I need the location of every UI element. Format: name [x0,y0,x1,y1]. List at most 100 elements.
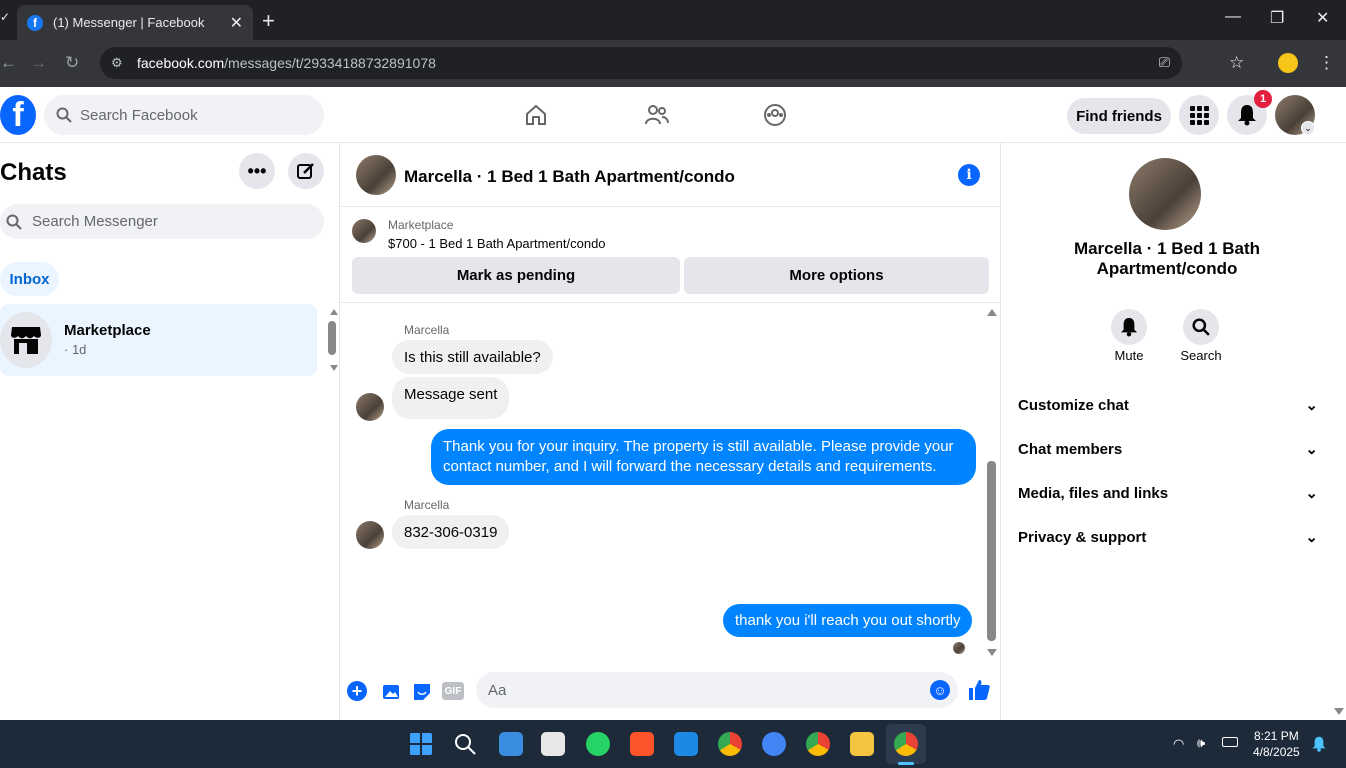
message-bubble-incoming[interactable]: Is this still available? [392,340,553,374]
more-options-button[interactable]: More options [684,257,989,294]
message-bubble-outgoing[interactable]: thank you i'll reach you out shortly [723,604,973,637]
scroll-down-icon[interactable] [987,649,997,656]
search-conversation-button[interactable] [1183,309,1219,345]
messages-scrollbar[interactable] [987,461,996,641]
groups-icon[interactable] [763,103,787,127]
taskbar-search-icon[interactable] [453,732,477,756]
emoji-icon[interactable]: ☺ [930,680,950,700]
scroll-down-icon[interactable] [330,365,338,371]
message-bubble-outgoing[interactable]: Thank you for your inquiry. The property… [431,429,976,485]
media-files-links-row[interactable]: Media, files and links ⌄ [1018,478,1318,508]
details-avatar[interactable] [1129,158,1201,230]
marketplace-listing-card: Marketplace $700 - 1 Bed 1 Bath Apartmen… [341,207,1001,303]
mark-as-pending-button[interactable]: Mark as pending [352,257,680,294]
conversation-header: Marcella · 1 Bed 1 Bath Apartment/condo … [341,143,1001,207]
conversation-item-marketplace[interactable]: Marketplace · 1d [0,304,317,376]
chats-options-button[interactable]: ••• [239,153,275,189]
find-friends-button[interactable]: Find friends [1067,98,1171,134]
new-tab-icon[interactable]: + [262,8,275,34]
volume-icon[interactable]: 🕪 [1197,735,1205,751]
message-input[interactable]: Aa ☺ [476,672,958,708]
mute-label: Mute [1114,348,1144,363]
inbox-tab[interactable]: Inbox [0,262,59,296]
browser-tab[interactable]: f (1) Messenger | Facebook ✕ [17,5,253,40]
customize-chat-row[interactable]: Customize chat ⌄ [1018,390,1318,420]
listing-title[interactable]: $700 - 1 Bed 1 Bath Apartment/condo [388,236,606,251]
sender-avatar[interactable] [356,521,384,549]
notepad-icon[interactable] [499,732,523,756]
mute-button[interactable] [1111,309,1147,345]
battery-icon[interactable] [1222,737,1238,747]
message-input-placeholder: Aa [488,681,507,699]
profile-lock-icon[interactable] [1278,53,1298,73]
url-field[interactable]: ⚙ facebook.com/messages/t/29334188732891… [100,47,1182,79]
forward-icon[interactable]: → [30,53,47,73]
messenger-search-input[interactable]: Search Messenger [0,204,324,239]
bell-icon [1238,105,1256,126]
friends-icon[interactable] [644,103,670,127]
add-icon[interactable]: + [347,681,367,701]
home-icon[interactable] [524,103,548,127]
conversation-panel: Marcella · 1 Bed 1 Bath Apartment/condo … [341,143,1001,720]
browser-menu-icon[interactable]: ⋮ [1318,53,1335,73]
menu-grid-button[interactable] [1179,95,1219,135]
back-icon[interactable]: ← [0,53,17,73]
brave-browser-icon[interactable] [630,732,654,756]
message-bubble-incoming[interactable]: Message sent [392,377,510,419]
search-icon [1192,318,1210,336]
chat-members-row[interactable]: Chat members ⌄ [1018,434,1318,464]
close-window-icon[interactable]: ✕ [1316,8,1329,28]
chrome-active-icon[interactable] [894,732,918,756]
windows-start-icon[interactable] [409,732,433,756]
chrome-profile-icon[interactable] [806,732,830,756]
address-bar-row: ← → ↻ ⚙ facebook.com/messages/t/29334188… [0,40,1346,87]
new-message-button[interactable] [288,153,324,189]
conversation-time: · 1d [64,342,87,357]
notification-bell-icon[interactable] [1311,736,1327,752]
section-label: Chat members [1018,440,1123,458]
windows-taskbar: ◠ 🕪 8:21 PM 4/8/2025 [0,720,1346,768]
clock-date: 4/8/2025 [1253,745,1300,759]
storefront-icon [11,327,41,354]
snipping-tool-icon[interactable] [541,732,565,756]
bookmark-star-icon[interactable]: ☆ [1229,53,1244,73]
minimize-icon[interactable]: — [1225,8,1241,26]
desktop-app-icon[interactable] [674,732,698,756]
install-app-icon[interactable]: ⎚ [1159,54,1170,71]
chevron-down-icon: ⌄ [1305,441,1318,458]
whatsapp-icon[interactable] [586,732,610,756]
site-info-icon[interactable]: ⚙ [111,55,123,71]
more-dots-icon: ••• [247,161,267,181]
privacy-support-row[interactable]: Privacy & support ⌄ [1018,522,1318,552]
tab-list-icon[interactable]: ✓ [0,10,10,24]
system-clock[interactable]: 8:21 PM 4/8/2025 [1253,728,1300,760]
conversation-title[interactable]: Marcella · 1 Bed 1 Bath Apartment/condo [404,167,735,187]
thumbs-up-icon[interactable] [967,678,991,702]
close-tab-icon[interactable]: ✕ [230,13,243,33]
chats-title: Chats [0,159,67,186]
chevron-down-icon: ⌄ [1305,485,1318,502]
listing-thumbnail[interactable] [352,219,376,243]
chrome-icon[interactable] [718,732,742,756]
clock-time: 8:21 PM [1254,729,1299,743]
facebook-search-input[interactable]: Search Facebook [44,95,324,135]
photo-icon[interactable] [380,680,402,702]
reload-icon[interactable]: ↻ [65,53,79,73]
sidebar-scrollbar[interactable] [328,321,336,355]
conversation-avatar[interactable] [356,155,396,195]
file-explorer-icon[interactable] [850,732,874,756]
restore-icon[interactable]: ❐ [1270,8,1284,28]
page-scroll-down-icon[interactable] [1334,708,1344,715]
info-icon[interactable]: i [958,164,980,186]
chevron-down-icon[interactable]: ⌄ [1301,121,1315,135]
wifi-icon[interactable]: ◠ [1173,736,1184,752]
sync-app-icon[interactable] [762,732,786,756]
sticker-icon[interactable] [411,680,433,702]
chats-sidebar: Chats ••• Search Messenger Inbox Marketp… [0,143,340,720]
scroll-up-icon[interactable] [330,309,338,315]
scroll-up-icon[interactable] [987,309,997,316]
facebook-logo[interactable]: f [0,95,36,135]
gif-icon[interactable]: GIF [442,682,464,700]
message-bubble-incoming[interactable]: 832-306-0319 [392,515,510,549]
sender-avatar[interactable] [356,393,384,421]
